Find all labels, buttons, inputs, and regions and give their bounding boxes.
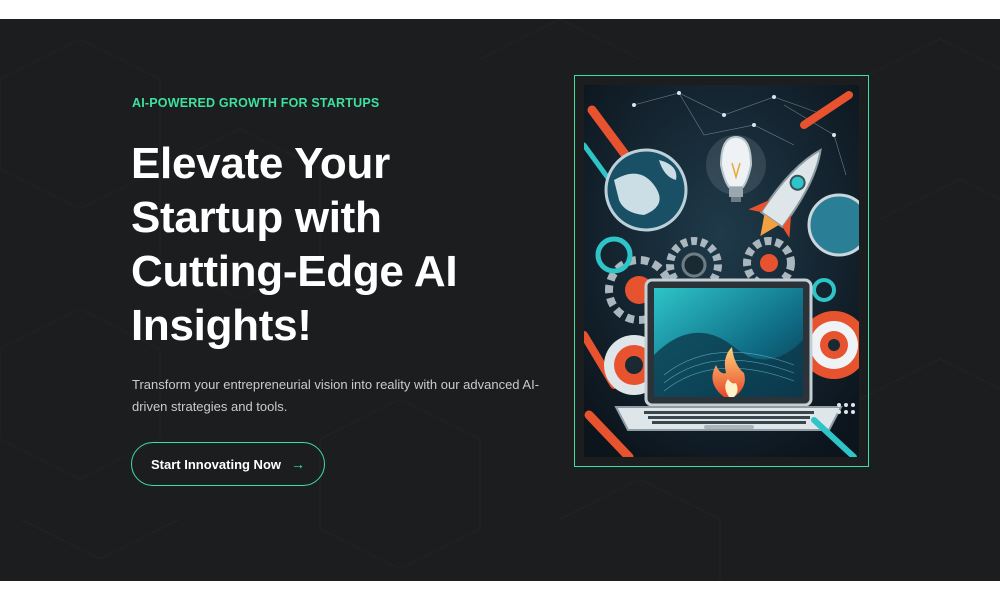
cta-label: Start Innovating Now — [151, 456, 281, 472]
ai-startup-illustration — [584, 85, 859, 457]
arrow-right-icon: → — [291, 456, 305, 472]
start-innovating-button[interactable]: Start Innovating Now → — [131, 442, 325, 486]
globe-icon — [604, 148, 688, 232]
laptop-icon — [614, 278, 843, 431]
bottom-band — [0, 581, 1000, 600]
hero-headline: Elevate Your Startup with Cutting-Edge A… — [131, 139, 458, 350]
hero-eyebrow: AI-POWERED GROWTH FOR STARTUPS — [132, 96, 380, 110]
top-band — [0, 0, 1000, 19]
hero-subtext: Transform your entrepreneurial vision in… — [132, 377, 540, 414]
